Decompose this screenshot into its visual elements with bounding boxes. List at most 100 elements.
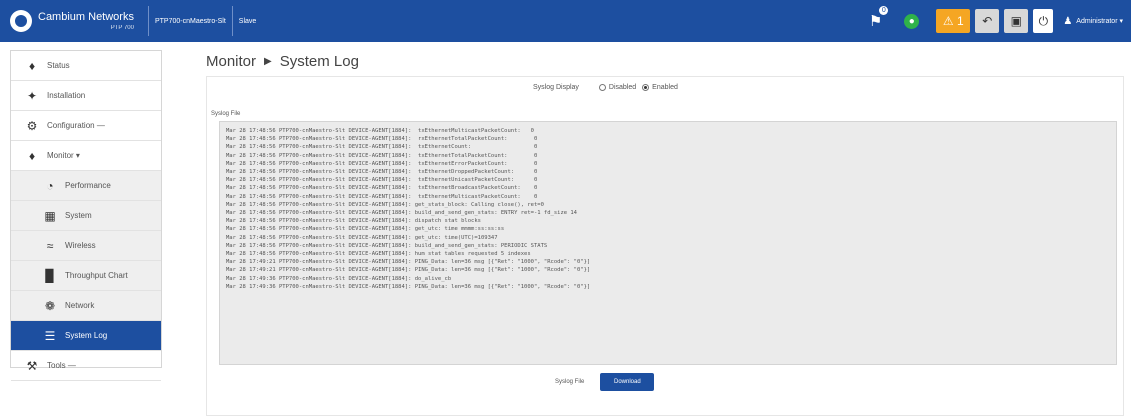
syslog-display-row: Syslog Display Disabled Enabled [533, 84, 684, 91]
undo-button[interactable]: ↶ [975, 9, 1000, 33]
alarm-bell-icon[interactable]: ⚑ 0 [869, 6, 889, 30]
log-line: Mar 28 17:48:56 PTP700-cnMaestro-Slt DEV… [226, 169, 538, 176]
page-title: Monitor ▶ System Log [206, 48, 1126, 74]
globe-icon[interactable]: ● [904, 13, 920, 29]
sidebar-item-system[interactable]: ▦ System [11, 201, 161, 231]
sidebar-item-tools[interactable]: ⚒ Tools — [11, 351, 161, 381]
divider [231, 6, 233, 36]
warning-icon: ⚠ [942, 14, 954, 28]
installation-icon: ✦ [26, 88, 38, 103]
radio-disabled-label: Disabled [608, 84, 637, 91]
alarm-count-badge: 0 [879, 6, 889, 15]
expand-icon: — [65, 361, 76, 370]
log-line: Mar 28 17:48:56 PTP700-cnMaestro-Slt DEV… [226, 234, 498, 241]
warning-count: 1 [957, 14, 964, 28]
network-icon: ❁ [44, 298, 56, 313]
log-line: Mar 28 17:48:56 PTP700-cnMaestro-Slt DEV… [226, 144, 538, 151]
sidebar-item-label: System Log [65, 331, 108, 340]
user-label: Administrator [1076, 17, 1118, 25]
sidebar-item-throughput-chart[interactable]: ▉ Throughput Chart [11, 261, 161, 291]
wifi-icon: ≈ [46, 238, 54, 253]
sidebar-item-label: Configuration [47, 121, 95, 130]
radio-enabled[interactable]: Enabled [642, 84, 678, 91]
log-line: Mar 28 17:49:36 PTP700-cnMaestro-Slt DEV… [226, 275, 452, 282]
log-line: Mar 28 17:48:56 PTP700-cnMaestro-Slt DEV… [226, 251, 531, 258]
expand-icon: — [94, 121, 105, 130]
download-row: Syslog File Download [555, 373, 655, 391]
log-line: Mar 28 17:48:56 PTP700-cnMaestro-Slt DEV… [226, 152, 538, 159]
chevron-down-icon: ▾ [1117, 18, 1123, 25]
breadcrumb-arrow-icon: ▶ [264, 55, 272, 67]
device-name: PTP700-cnMaestro-Slt [154, 17, 226, 25]
radio-enabled-label: Enabled [652, 84, 678, 91]
gauge-icon: ◔ [46, 178, 54, 193]
sidebar-item-label: Performance [65, 181, 111, 190]
sidebar-item-monitor[interactable]: ♦ Monitor ▾ [11, 141, 161, 171]
bottom-syslog-file-label: Syslog File [555, 379, 585, 385]
log-line: Mar 28 17:48:56 PTP700-cnMaestro-Slt DEV… [226, 226, 505, 233]
log-line: Mar 28 17:48:56 PTP700-cnMaestro-Slt DEV… [226, 218, 481, 225]
log-line: Mar 28 17:48:56 PTP700-cnMaestro-Slt DEV… [226, 210, 577, 217]
log-line: Mar 28 17:49:21 PTP700-cnMaestro-Slt DEV… [226, 259, 591, 266]
expand-icon: ▾ [73, 151, 80, 160]
status-icon: ♦ [28, 58, 36, 73]
system-icon: ▦ [44, 208, 56, 223]
sidebar-item-label: Status [47, 61, 70, 70]
download-button[interactable]: Download [600, 373, 655, 391]
device-mode: Slave [238, 17, 257, 25]
sidebar-item-label: System [65, 211, 92, 220]
wrench-icon: ⚒ [26, 358, 38, 373]
syslog-display-label: Syslog Display [533, 84, 579, 91]
divider [147, 6, 149, 36]
sidebar-item-label: Tools [47, 361, 66, 370]
breadcrumb-section: Monitor [206, 52, 257, 70]
sidebar-item-performance[interactable]: ◔ Performance [11, 171, 161, 201]
sidebar-item-status[interactable]: ♦ Status [11, 51, 161, 81]
sidebar-item-label: Installation [47, 91, 86, 100]
syslog-textarea[interactable]: Mar 28 17:48:56 PTP700-cnMaestro-Slt DEV… [219, 121, 1117, 365]
sidebar-item-configuration[interactable]: ⚙ Configuration — [11, 111, 161, 141]
radio-enabled-button[interactable] [642, 84, 650, 91]
sidebar-item-network[interactable]: ❁ Network [11, 291, 161, 321]
cambium-logo-icon [10, 10, 32, 32]
syslog-file-label: Syslog File [211, 111, 241, 117]
gear-icon: ⚙ [26, 118, 38, 133]
user-menu[interactable]: ♟ Administrator ▾ [1063, 16, 1123, 27]
log-line: Mar 28 17:48:56 PTP700-cnMaestro-Slt DEV… [226, 136, 538, 143]
log-line: Mar 28 17:48:56 PTP700-cnMaestro-Slt DEV… [226, 193, 538, 200]
log-line: Mar 28 17:48:56 PTP700-cnMaestro-Slt DEV… [226, 201, 544, 208]
top-bar: Cambium Networks PTP 700 PTP700-cnMaestr… [0, 0, 1131, 42]
save-button[interactable]: ▣ [1004, 9, 1029, 33]
undo-icon: ↶ [982, 14, 993, 28]
log-line: Mar 28 17:48:56 PTP700-cnMaestro-Slt DEV… [226, 185, 538, 192]
sidebar-item-label: Monitor [47, 151, 74, 160]
brand-model: PTP 700 [110, 24, 134, 31]
brand-name: Cambium Networks [38, 10, 134, 23]
sidebar-item-label: Network [65, 301, 95, 310]
sidebar: ♦ Status ✦ Installation ⚙ Configuration … [10, 50, 162, 381]
chart-icon: ▉ [45, 268, 55, 283]
log-line: Mar 28 17:49:21 PTP700-cnMaestro-Slt DEV… [226, 267, 591, 274]
radio-disabled-button[interactable] [598, 84, 606, 91]
log-line: Mar 28 17:48:56 PTP700-cnMaestro-Slt DEV… [226, 160, 538, 167]
log-line: Mar 28 17:48:56 PTP700-cnMaestro-Slt DEV… [226, 128, 534, 134]
user-icon: ♟ [1063, 15, 1073, 27]
log-line: Mar 28 17:49:36 PTP700-cnMaestro-Slt DEV… [226, 283, 591, 290]
system-log-panel: Syslog Display Disabled Enabled Syslog F… [206, 76, 1124, 416]
sidebar-item-installation[interactable]: ✦ Installation [11, 81, 161, 111]
main-content: Monitor ▶ System Log Syslog Display Disa… [206, 48, 1126, 416]
power-icon: ⏻ [1038, 13, 1049, 28]
sidebar-item-label: Throughput Chart [65, 271, 128, 280]
sidebar-item-label: Wireless [65, 241, 96, 250]
sidebar-item-wireless[interactable]: ≈ Wireless [11, 231, 161, 261]
monitor-icon: ♦ [28, 148, 36, 163]
power-button[interactable]: ⏻ [1033, 9, 1054, 33]
brand-logo[interactable]: Cambium Networks PTP 700 [0, 0, 142, 42]
save-icon: ▣ [1010, 14, 1022, 28]
breadcrumb-page: System Log [279, 52, 359, 70]
log-icon: ☰ [44, 328, 56, 343]
radio-disabled[interactable]: Disabled [598, 84, 637, 91]
warning-button[interactable]: ⚠ 1 [936, 9, 971, 33]
log-line: Mar 28 17:48:56 PTP700-cnMaestro-Slt DEV… [226, 177, 538, 184]
sidebar-item-system-log[interactable]: ☰ System Log [11, 321, 161, 351]
